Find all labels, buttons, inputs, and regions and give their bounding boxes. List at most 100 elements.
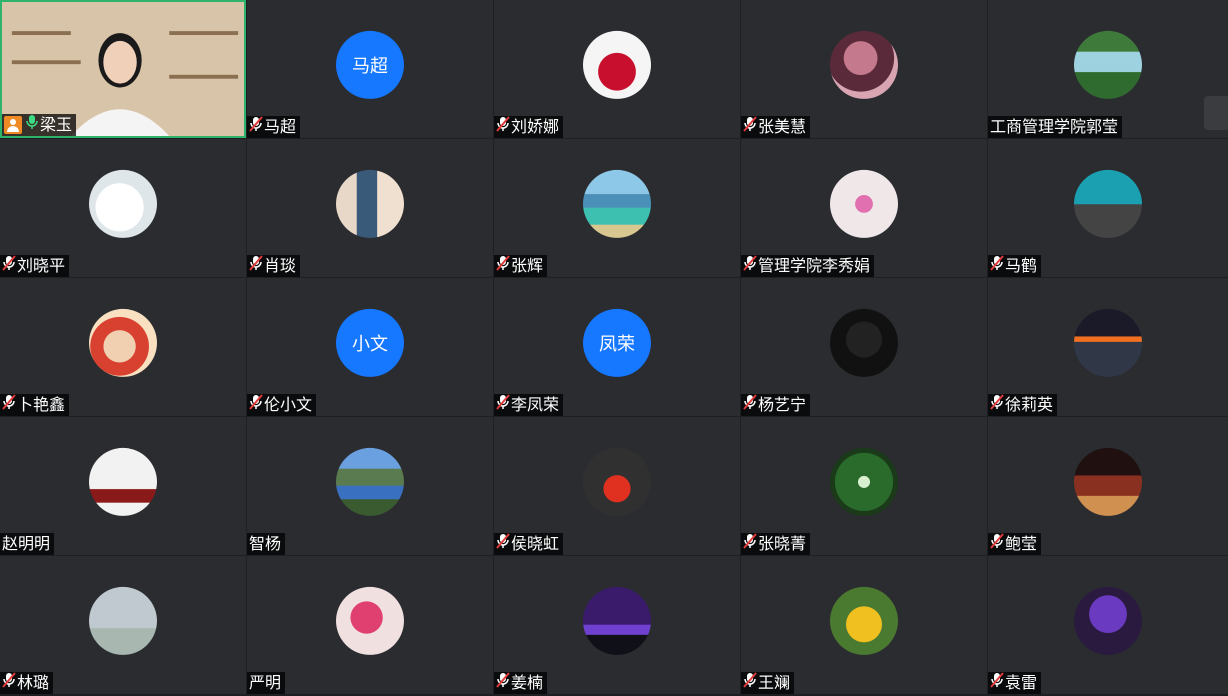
- participant-tile[interactable]: 工商管理学院郭莹: [988, 0, 1228, 138]
- participant-tile[interactable]: 鲍莹: [988, 417, 1228, 555]
- microphone-icon: [2, 672, 17, 694]
- participant-name-bar: 伦小文: [247, 394, 317, 416]
- participant-name: 王斓: [758, 673, 791, 692]
- participant-tile[interactable]: 刘娇娜: [494, 0, 740, 138]
- participant-name-bar: 严明: [247, 672, 286, 694]
- participant-name: 李凤荣: [511, 395, 560, 414]
- participant-tile[interactable]: 马鹤: [988, 139, 1228, 277]
- participant-avatar: [336, 447, 404, 516]
- participant-name-bar: 刘娇娜: [494, 116, 564, 138]
- participant-name-bar: 侯晓虹: [494, 533, 564, 555]
- participant-name: 伦小文: [264, 395, 313, 414]
- microphone-icon: [496, 672, 511, 694]
- microphone-icon: [496, 394, 511, 416]
- participant-avatar: [830, 586, 898, 655]
- participant-avatar: [89, 169, 157, 238]
- participant-avatar: [89, 308, 157, 377]
- participant-avatar: [1074, 169, 1142, 238]
- participant-tile[interactable]: 徐莉英: [988, 278, 1228, 416]
- participant-tile[interactable]: 梁玉: [0, 0, 246, 138]
- participant-name: 刘娇娜: [511, 117, 560, 136]
- participant-name: 姜楠: [511, 673, 544, 692]
- participant-name: 赵明明: [2, 534, 51, 553]
- participant-avatar: [1074, 30, 1142, 99]
- participant-name: 管理学院李秀娟: [758, 256, 871, 275]
- microphone-icon: [496, 255, 511, 277]
- participant-avatar: [830, 447, 898, 516]
- participant-name-bar: 李凤荣: [494, 394, 564, 416]
- participant-tile[interactable]: 马超 马超: [247, 0, 493, 138]
- participant-grid: 梁玉 马超 马超 刘娇娜 张美慧 工商管理学院郭莹刘晓平 肖琰 张辉 管理学院李秀娟 马鹤卜艳鑫 小…: [0, 0, 1228, 696]
- side-panel-toggle[interactable]: [1204, 96, 1228, 130]
- participant-name-bar: 赵明明: [0, 533, 55, 555]
- participant-tile[interactable]: 张辉: [494, 139, 740, 277]
- participant-tile[interactable]: 王斓: [741, 556, 987, 694]
- participant-name-bar: 徐莉英: [988, 394, 1058, 416]
- participant-tile[interactable]: 姜楠: [494, 556, 740, 694]
- participant-name: 马超: [264, 117, 297, 136]
- microphone-icon: [2, 255, 17, 277]
- participant-name-bar: 刘晓平: [0, 255, 70, 277]
- participant-avatar: [583, 586, 651, 655]
- microphone-icon: [743, 394, 758, 416]
- microphone-icon: [990, 672, 1005, 694]
- participant-name: 卜艳鑫: [17, 395, 66, 414]
- participant-tile[interactable]: 侯晓虹: [494, 417, 740, 555]
- participant-tile[interactable]: 卜艳鑫: [0, 278, 246, 416]
- participant-name: 梁玉: [40, 115, 73, 134]
- microphone-icon: [743, 255, 758, 277]
- participant-name: 张晓菁: [758, 534, 807, 553]
- participant-name-bar: 工商管理学院郭莹: [988, 116, 1123, 138]
- participant-avatar: [336, 169, 404, 238]
- participant-avatar: [336, 586, 404, 655]
- microphone-icon: [249, 116, 264, 138]
- microphone-icon: [2, 394, 17, 416]
- participant-name-bar: 袁雷: [988, 672, 1042, 694]
- participant-name: 杨艺宁: [758, 395, 807, 414]
- participant-name-bar: 张晓菁: [741, 533, 811, 555]
- participant-name-bar: 管理学院李秀娟: [741, 255, 875, 277]
- participant-name-bar: 鲍莹: [988, 533, 1042, 555]
- microphone-icon: [496, 533, 511, 555]
- microphone-icon: [249, 255, 264, 277]
- participant-tile[interactable]: 张美慧: [741, 0, 987, 138]
- microphone-icon: [25, 114, 40, 136]
- participant-avatar: [830, 30, 898, 99]
- participant-tile[interactable]: 严明: [247, 556, 493, 694]
- participant-tile[interactable]: 杨艺宁: [741, 278, 987, 416]
- participant-name-bar: 卜艳鑫: [0, 394, 70, 416]
- participant-tile[interactable]: 林璐: [0, 556, 246, 694]
- participant-avatar: [1074, 447, 1142, 516]
- participant-tile[interactable]: 小文 伦小文: [247, 278, 493, 416]
- participant-tile[interactable]: 智杨: [247, 417, 493, 555]
- microphone-icon: [743, 533, 758, 555]
- participant-avatar: [583, 447, 651, 516]
- participant-name: 鲍莹: [1005, 534, 1038, 553]
- participant-avatar: [89, 586, 157, 655]
- microphone-icon: [249, 394, 264, 416]
- participant-tile[interactable]: 赵明明: [0, 417, 246, 555]
- participant-tile[interactable]: 凤荣李凤荣: [494, 278, 740, 416]
- participant-name-bar: 梁玉: [2, 114, 77, 136]
- participant-avatar: 凤荣: [583, 308, 651, 377]
- participant-name-bar: 马超: [247, 116, 301, 138]
- participant-name: 徐莉英: [1005, 395, 1054, 414]
- participant-tile[interactable]: 刘晓平: [0, 139, 246, 277]
- participant-tile[interactable]: 肖琰: [247, 139, 493, 277]
- participant-name-bar: 姜楠: [494, 672, 548, 694]
- participant-name-bar: 肖琰: [247, 255, 301, 277]
- participant-avatar: [89, 447, 157, 516]
- microphone-icon: [743, 672, 758, 694]
- participant-name-bar: 林璐: [0, 672, 54, 694]
- participant-name: 侯晓虹: [511, 534, 560, 553]
- participant-avatar: [583, 30, 651, 99]
- participant-tile[interactable]: 袁雷: [988, 556, 1228, 694]
- participant-tile[interactable]: 管理学院李秀娟: [741, 139, 987, 277]
- participant-tile[interactable]: 张晓菁: [741, 417, 987, 555]
- participant-name: 智杨: [249, 534, 282, 553]
- participant-name: 刘晓平: [17, 256, 66, 275]
- microphone-icon: [990, 255, 1005, 277]
- participant-name: 张美慧: [758, 117, 807, 136]
- participant-name: 严明: [249, 673, 282, 692]
- participant-name: 张辉: [511, 256, 544, 275]
